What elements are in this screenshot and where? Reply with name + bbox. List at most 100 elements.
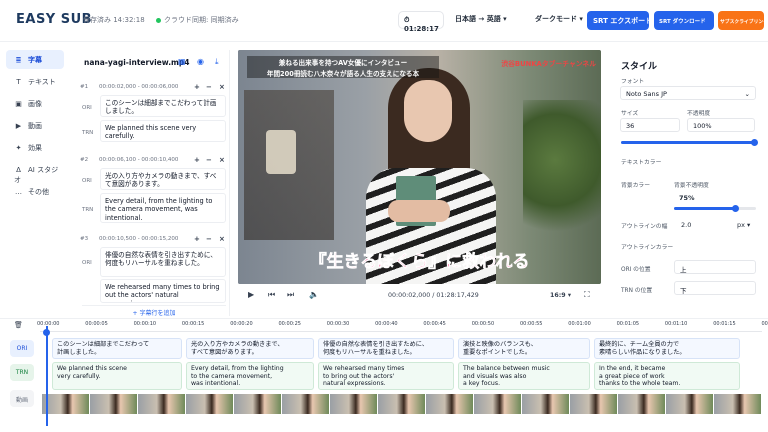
entry-timecode[interactable]: 00:00:10,500 - 00:00:15,200: [99, 236, 178, 242]
ori-clip[interactable]: 演技と映像のバランスも、 重要なポイントでした。: [458, 338, 590, 359]
playhead-handle[interactable]: [43, 329, 50, 336]
sidebar-item-label: 効果: [28, 144, 42, 152]
ori-clip[interactable]: 光の入り方やカメラの動きまで、 すべて意図があります。: [186, 338, 314, 359]
font-value: Noto Sans JP: [626, 90, 667, 98]
bg-opacity-slider[interactable]: [674, 207, 756, 210]
close-icon[interactable]: ×: [219, 235, 225, 243]
minus-icon[interactable]: −: [206, 83, 212, 91]
trn-tag: TRN: [82, 130, 94, 136]
trn-clip[interactable]: Every detail, from the lighting to the ca…: [186, 362, 314, 390]
video-top-caption-line2: 年間200冊読む八木奈々が語る人生の支えになる本: [266, 70, 420, 78]
add-subtitle-line-button[interactable]: + 字幕行を追加: [82, 305, 226, 317]
skip-back-icon[interactable]: ⏮: [268, 290, 275, 300]
trn-clip[interactable]: We rehearsed many times to bring out the …: [318, 362, 454, 390]
trn-clip[interactable]: In the end, it became a great piece of wo…: [594, 362, 740, 390]
timeline-tick: 00:00:20: [230, 321, 253, 327]
add-line-icon[interactable]: +: [194, 235, 200, 243]
close-icon[interactable]: ×: [219, 156, 225, 164]
fullscreen-icon[interactable]: ⛶: [584, 290, 590, 300]
trn-clip[interactable]: We planned this scene very carefully.: [52, 362, 182, 390]
sidebar-item-ai-studio[interactable]: ᐃ AI スタジオ: [6, 160, 64, 184]
aspect-ratio-select[interactable]: 16:9 ▾: [550, 292, 571, 299]
trn-text-field[interactable]: We planned this scene very carefully.: [100, 120, 226, 142]
trn-track-tag[interactable]: TRN: [10, 364, 34, 381]
trn-text-field[interactable]: We rehearsed many times to bring out the…: [100, 279, 226, 303]
image-icon: ▣: [15, 100, 22, 108]
sidebar-item-video[interactable]: ▶ 動画: [6, 116, 64, 135]
ori-position-select[interactable]: 上: [674, 260, 756, 274]
app-logo[interactable]: EASY SUB: [16, 12, 92, 27]
ori-text-field[interactable]: このシーンは細部までこだわって計画しました。: [100, 95, 226, 117]
video-thumbnail-frame: [234, 394, 282, 414]
volume-icon[interactable]: 🔈: [309, 290, 319, 299]
ai-studio-icon: ᐃ: [16, 166, 21, 174]
opacity-slider-knob[interactable]: [751, 139, 758, 146]
close-icon[interactable]: ×: [219, 83, 225, 91]
ori-text-field[interactable]: 俳優の自然な表情を引き出すために、何度もリハーサルを重ねました。: [100, 247, 226, 277]
video-track-tag[interactable]: 動画: [10, 390, 34, 407]
opacity-slider[interactable]: [621, 141, 755, 144]
outline-unit-select[interactable]: px ▾: [737, 221, 750, 229]
ori-tag: ORI: [82, 178, 92, 184]
hands-shape: [388, 200, 450, 222]
clip-text-line: to the camera movement,: [191, 372, 273, 380]
text-icon: T: [16, 78, 21, 86]
ori-clip[interactable]: 俳優の自然な表情を引き出すために、 何度もリハーサルを重ねました。: [318, 338, 454, 359]
video-thumbnail-frame: [90, 394, 138, 414]
ori-text-field[interactable]: 光の入り方やカメラの動きまで、すべて意図があります。: [100, 168, 226, 190]
minus-icon[interactable]: −: [206, 156, 212, 164]
video-thumbnail-frame: [618, 394, 666, 414]
entry-timecode[interactable]: 00:00:06,100 - 00:00:10,400: [99, 157, 178, 163]
trn-text-field[interactable]: Every detail, from the lighting to the c…: [100, 193, 226, 223]
trn-position-select[interactable]: 下: [674, 281, 756, 295]
opacity-input[interactable]: 100%: [687, 118, 755, 132]
clip-text-line: to bring out the actors': [323, 372, 395, 380]
bg-opacity-slider-knob[interactable]: [731, 205, 739, 212]
sidebar-item-text[interactable]: T テキスト: [6, 72, 64, 91]
video-thumbnail-frame: [42, 394, 90, 414]
srt-export-button[interactable]: SRT エクスポート: [587, 11, 652, 30]
minus-icon[interactable]: −: [206, 235, 212, 243]
srt-download-button[interactable]: SRT ダウンロード: [654, 11, 714, 30]
sidebar-item-other[interactable]: … その他: [6, 182, 64, 201]
add-line-icon[interactable]: +: [194, 156, 200, 164]
trash-icon[interactable]: 🗑: [14, 321, 23, 329]
playhead[interactable]: [46, 326, 48, 426]
grid-icon[interactable]: ▦: [178, 57, 186, 66]
ori-clip[interactable]: 最終的に、チーム全員の力で 素晴らしい作品になりました。: [594, 338, 740, 359]
subscribe-link-button[interactable]: サブスクライブリンク: [718, 11, 764, 30]
file-name: nana-yagi-interview.mp4: [84, 58, 190, 67]
video-thumbnail-frame: [378, 394, 426, 414]
size-input[interactable]: 36: [620, 118, 680, 132]
clip-text-line: 俳優の自然な表情を引き出すために、: [323, 341, 429, 348]
clip-text-line: このシーンは細部までこだわって: [57, 341, 150, 348]
add-line-icon[interactable]: +: [194, 83, 200, 91]
outline-width-value[interactable]: 2.0: [681, 221, 691, 229]
timeline-tick: 00:00:40: [375, 321, 398, 327]
video-preview[interactable]: 兼ねる出来事を持つAV女優にインタビュー 年間200冊読む八木奈々が語る人生の支…: [238, 50, 601, 284]
player-controls: ▶ ⏮ ⏭ 🔈 00:00:02,000 / 01:28:17,429 16:9…: [238, 287, 601, 307]
sidebar-item-subtitles[interactable]: ≣ 字幕: [6, 50, 64, 69]
sidebar-item-image[interactable]: ▣ 画像: [6, 94, 64, 113]
timeline-ruler[interactable]: [40, 331, 762, 332]
subtitle-entry: #1 00:00:02,000 - 00:00:06,000 + − × ORI…: [78, 83, 228, 142]
lamp-shape: [266, 130, 296, 174]
ori-clip[interactable]: このシーンは細部までこだわって 計画しました。: [52, 338, 182, 359]
clip-text-line: The balance between music: [463, 365, 550, 372]
timeline-tick: 00:01:00: [568, 321, 591, 327]
entry-timecode[interactable]: 00:00:02,000 - 00:00:06,000: [99, 84, 178, 90]
play-icon[interactable]: ▶: [248, 290, 254, 299]
clip-text-line: thanks to the whole team.: [599, 380, 681, 388]
trn-clip[interactable]: The balance between music and visuals was…: [458, 362, 590, 390]
entry-number: #3: [80, 236, 89, 242]
download-icon[interactable]: ⤓: [215, 57, 219, 67]
language-select[interactable]: 日本語 → 英語 ▾: [455, 14, 507, 24]
video-channel-watermark: 渋谷BUNKAタブーチャンネル: [501, 60, 596, 68]
ori-track-tag[interactable]: ORI: [10, 340, 34, 357]
dark-mode-select[interactable]: ダークモード ▾: [535, 14, 583, 24]
translate-icon[interactable]: ◉: [197, 57, 204, 66]
bg-color-label: 背景カラー: [621, 183, 650, 189]
font-select[interactable]: Noto Sans JP ⌄: [620, 86, 756, 100]
sidebar-item-effects[interactable]: ✦ 効果: [6, 138, 64, 157]
skip-forward-icon[interactable]: ⏭: [287, 290, 294, 300]
